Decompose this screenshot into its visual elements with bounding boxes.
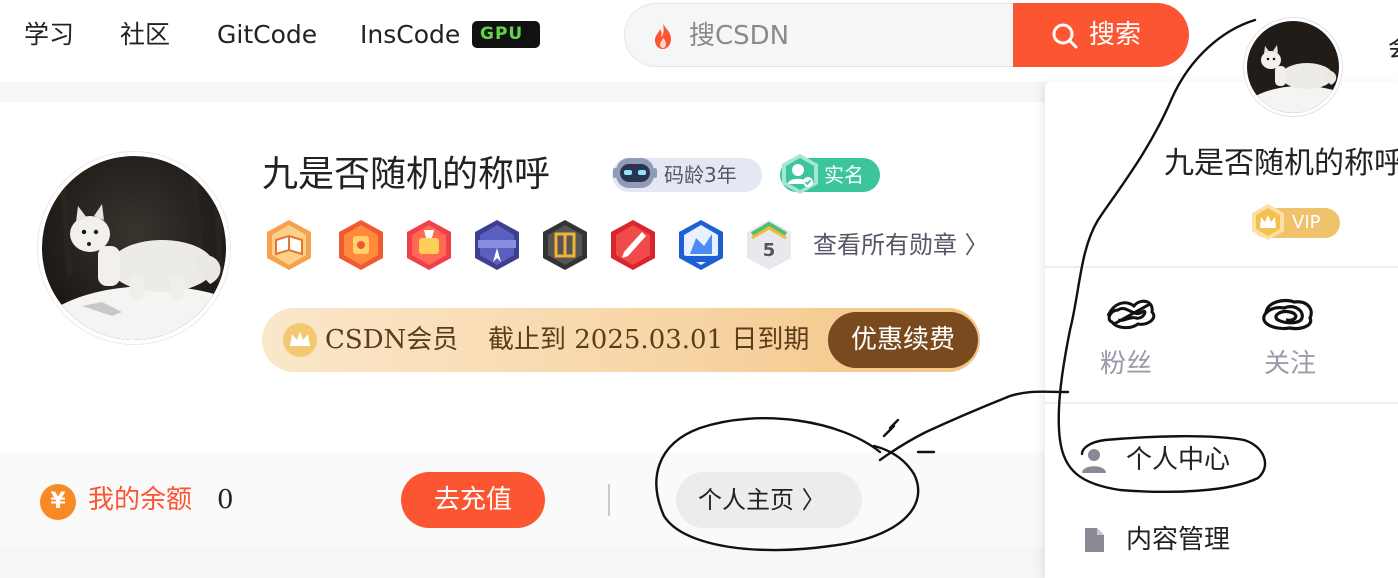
recharge-button[interactable]: 去充值 [401, 472, 545, 528]
nav-item-inscode[interactable]: InsCode [360, 18, 460, 52]
yen-icon: ¥ [40, 484, 76, 520]
medal-2-icon[interactable] [334, 218, 388, 272]
doc-icon [1085, 528, 1104, 552]
search-button[interactable]: 搜索 [1013, 3, 1189, 67]
renew-vip-button[interactable]: 优惠续费 [828, 312, 978, 368]
medal-7-icon[interactable] [674, 218, 728, 272]
search-button-label: 搜索 [1089, 20, 1142, 50]
vip-expire-date: 截止到 2025.03.01 日到期 [488, 325, 810, 355]
search-box [624, 3, 1024, 67]
scribbled-fans-count [1106, 299, 1156, 330]
menu-item-label: 内容管理 [1126, 525, 1231, 555]
vip-badge-text: VIP [1292, 212, 1321, 233]
gpu-badge: GPU [472, 21, 540, 48]
arctic-fox-avatar-image [1247, 21, 1339, 113]
svg-text:5: 5 [763, 240, 776, 261]
nav-item-study[interactable]: 学习 [24, 18, 74, 52]
following-label[interactable]: 关注 [1264, 346, 1316, 382]
personal-homepage-button[interactable]: 个人主页 〉 [676, 472, 862, 528]
realname-text: 实名 [824, 163, 864, 187]
medal-5-icon[interactable] [538, 218, 592, 272]
panel-divider [1045, 266, 1398, 268]
avatar[interactable] [38, 152, 230, 344]
panel-divider [1045, 402, 1398, 404]
crown-icon [283, 323, 317, 357]
medal-3-icon[interactable] [402, 218, 456, 272]
username: 九是否随机的称呼 [262, 154, 551, 195]
medal-1-icon[interactable] [262, 218, 316, 272]
arctic-fox-avatar-image [42, 156, 226, 340]
search-input[interactable] [689, 18, 1009, 54]
flame-icon [655, 23, 671, 49]
panel-avatar[interactable] [1244, 18, 1342, 116]
person-icon [1082, 449, 1106, 473]
medal-4-icon[interactable] [470, 218, 524, 272]
divider [608, 484, 610, 516]
clipped-nav-text: 会 [1388, 28, 1398, 63]
verified-user-icon [782, 154, 818, 194]
menu-item-label: 个人中心 [1126, 445, 1231, 475]
panel-username: 九是否随机的称呼 [1164, 146, 1398, 181]
scribbled-following-count [1262, 298, 1313, 331]
nav-item-gitcode[interactable]: GitCode [217, 18, 317, 52]
robot-icon [613, 158, 657, 188]
code-age-text: 码龄3年 [664, 163, 737, 187]
fans-label[interactable]: 粉丝 [1100, 346, 1152, 382]
page-background-strip [0, 548, 1140, 578]
search-icon [1052, 23, 1078, 49]
medal-8-icon[interactable]: 5 [742, 218, 796, 272]
vip-crown-icon [1252, 204, 1284, 240]
vip-label: CSDN会员 [325, 325, 459, 355]
all-medals-link[interactable]: 查看所有勋章 〉 [813, 228, 989, 262]
balance-label: 我的余额 [88, 485, 193, 515]
gpu-badge-text: GPU [480, 24, 524, 44]
medal-6-icon[interactable] [606, 218, 660, 272]
nav-item-community[interactable]: 社区 [120, 18, 170, 52]
balance-value: 0 [217, 485, 234, 515]
